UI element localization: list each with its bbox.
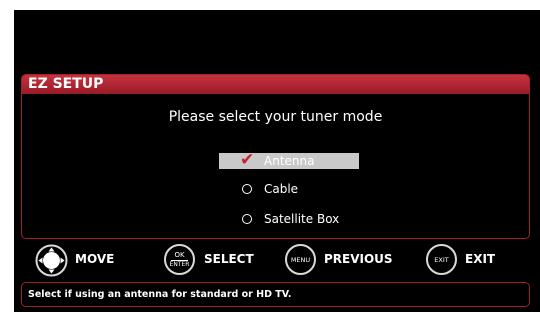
hint-label: PREVIOUS	[324, 252, 393, 266]
panel-title: EZ SETUP	[22, 75, 529, 94]
tv-screen: EZ SETUP Please select your tuner mode ✔…	[14, 10, 540, 312]
option-label: Cable	[264, 182, 299, 196]
tuner-mode-prompt: Please select your tuner mode	[168, 109, 383, 125]
radio-icon	[242, 214, 252, 224]
exit-key-icon: EXIT	[426, 244, 457, 275]
ez-setup-panel: EZ SETUP Please select your tuner mode ✔…	[21, 74, 530, 239]
dpad-icon	[35, 244, 68, 277]
option-cable[interactable]: Cable	[219, 181, 359, 197]
menu-key-icon: MENU	[285, 244, 316, 275]
option-antenna[interactable]: ✔ Antenna	[219, 150, 359, 170]
ok-enter-key-icon: OK ENTER	[164, 244, 195, 275]
option-satellite-box[interactable]: Satellite Box	[219, 211, 359, 227]
hint-label: SELECT	[204, 252, 254, 266]
status-help-text: Select if using an antenna for standard …	[21, 282, 530, 307]
checkmark-icon: ✔	[240, 150, 255, 170]
option-label: Satellite Box	[264, 212, 340, 226]
hint-label: EXIT	[465, 252, 496, 266]
option-label: Antenna	[264, 154, 315, 168]
radio-icon	[242, 184, 252, 194]
hint-label: MOVE	[75, 252, 115, 266]
